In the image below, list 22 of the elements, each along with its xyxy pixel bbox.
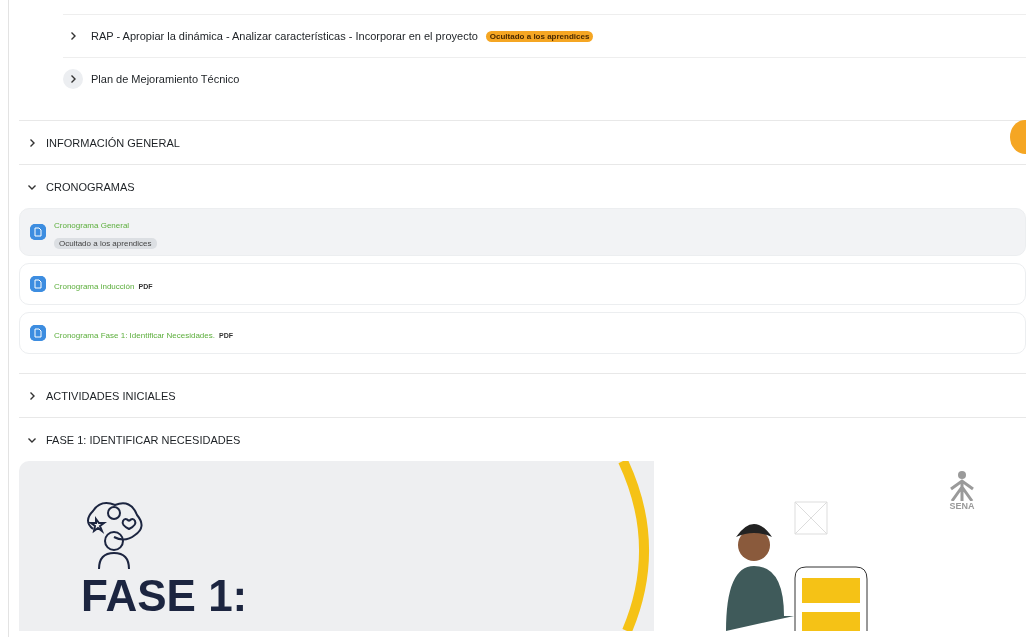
section-title[interactable]: INFORMACIÓN GENERAL	[46, 136, 180, 149]
image-frame-icon	[794, 501, 828, 535]
chevron-icon	[27, 137, 37, 148]
section-title[interactable]: FASE 1: IDENTIFICAR NECESIDADES	[46, 433, 241, 446]
hidden-badge: Ocultado a los aprendices	[54, 238, 157, 249]
hidden-badge: Ocultado a los aprendices	[485, 30, 594, 42]
section-title[interactable]: CRONOGRAMAS	[46, 180, 135, 193]
file-icon	[30, 224, 46, 240]
banner-heading: FASE 1:	[81, 571, 248, 621]
chevron-icon	[68, 74, 78, 84]
subsection-title[interactable]: Plan de Mejoramiento Técnico	[91, 73, 240, 85]
expand-toggle[interactable]	[27, 137, 37, 148]
logo-text: SENA	[949, 501, 975, 511]
file-icon	[30, 276, 46, 292]
chevron-icon	[27, 390, 37, 401]
expand-toggle[interactable]	[63, 69, 83, 89]
subsection-title[interactable]: RAP - Apropiar la dinámica - Analizar características - Incorporar en el proyecto	[91, 30, 478, 42]
section-title[interactable]: ACTIVIDADES INICIALES	[46, 389, 176, 402]
chevron-icon	[68, 31, 78, 41]
expand-toggle[interactable]	[27, 390, 37, 401]
file-icon	[30, 325, 46, 341]
sena-logo-icon	[949, 471, 975, 501]
